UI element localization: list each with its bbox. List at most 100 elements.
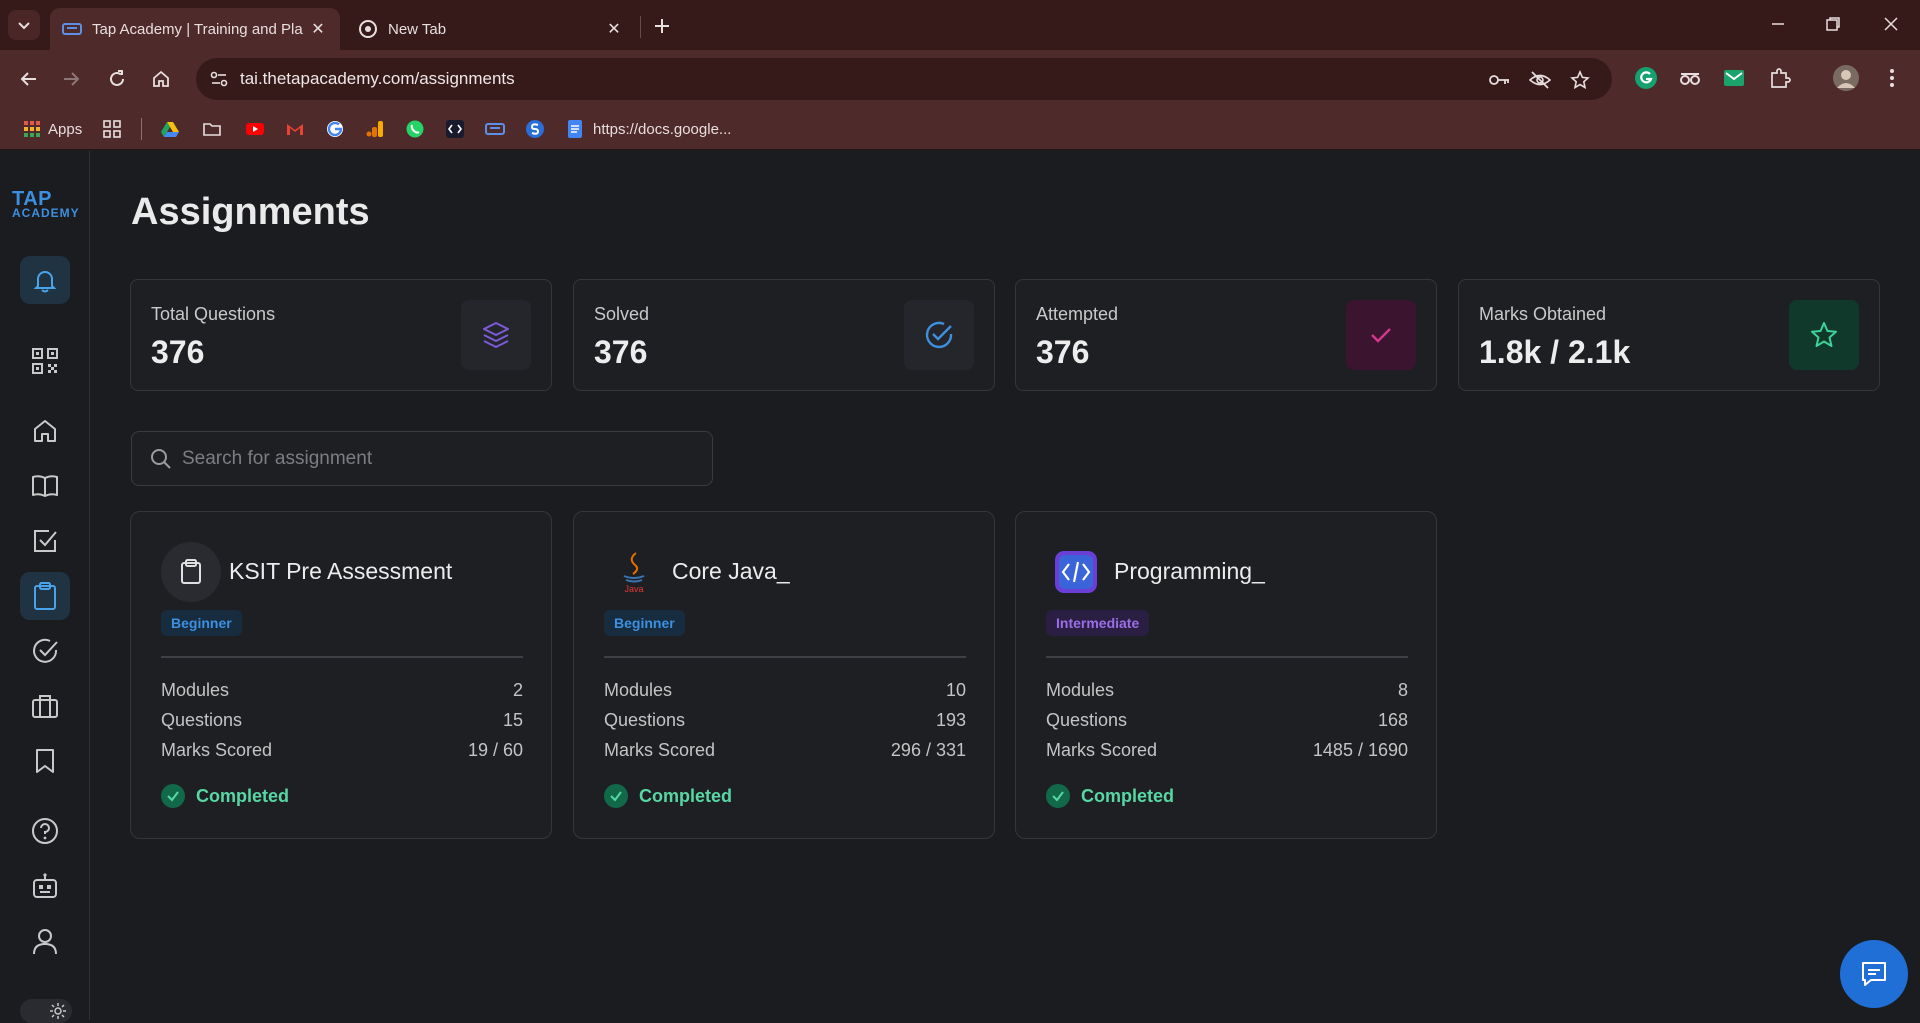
analytics-icon: [366, 121, 383, 137]
modules-row: Modules 2: [161, 680, 523, 701]
back-button[interactable]: [14, 64, 44, 94]
modules-label: Modules: [604, 680, 673, 700]
questions-value: 193: [935, 710, 966, 730]
site-info-icon: [210, 71, 228, 87]
bookmark-drive[interactable]: [160, 118, 180, 140]
forward-button[interactable]: [56, 64, 86, 94]
bookmark-grid[interactable]: [102, 118, 122, 140]
sidebar-item-jobs[interactable]: [20, 682, 70, 730]
more-menu-icon[interactable]: [1878, 64, 1906, 92]
divider: [604, 656, 966, 658]
browser-tab-strip: Tap Academy | Training and Pla ✕ New Tab…: [0, 0, 1920, 50]
sidebar-item-help[interactable]: [20, 807, 70, 855]
tap-academy-logo[interactable]: TAP ACADEMY: [12, 189, 79, 219]
tab-title: Tap Academy | Training and Pla: [92, 20, 303, 38]
youtube-icon: [246, 123, 264, 135]
bookmark-tap-academy[interactable]: [485, 118, 505, 140]
assignment-icon-wrap: Java: [604, 542, 664, 602]
home-button[interactable]: [146, 64, 176, 94]
assignment-card-ksit[interactable]: KSIT Pre Assessment Beginner Modules 2 Qu…: [130, 511, 552, 839]
checkbox-icon: [34, 530, 57, 552]
sidebar-item-profile[interactable]: [20, 917, 70, 965]
marks-value: 19 / 60: [467, 740, 523, 760]
new-tab-button[interactable]: [648, 12, 676, 40]
close-icon[interactable]: ✕: [604, 19, 624, 39]
tab-title: New Tab: [388, 20, 447, 38]
status-badge: Completed: [161, 784, 289, 808]
password-key-icon[interactable]: [1488, 68, 1512, 92]
minimize-button[interactable]: [1755, 8, 1801, 40]
assignment-card-core-java[interactable]: Java Core Java_ Beginner Modules 10 Quest…: [573, 511, 995, 839]
url-text: tai.thetapacademy.com/assignments: [240, 69, 515, 88]
address-bar[interactable]: tai.thetapacademy.com/assignments: [196, 58, 1612, 100]
sidebar-item-completed[interactable]: [20, 627, 70, 675]
sidebar-item-tasks[interactable]: [20, 517, 70, 565]
bookmark-folder[interactable]: [202, 118, 222, 140]
modules-value: 10: [945, 680, 966, 700]
assignment-card-programming[interactable]: Programming_ Intermediate Modules 8 Quest…: [1015, 511, 1437, 839]
level-badge: Intermediate: [1046, 610, 1150, 636]
tab-tap-academy[interactable]: Tap Academy | Training and Pla ✕: [50, 8, 340, 50]
app-sidebar: TAP ACADEMY: [0, 151, 90, 1023]
chevron-down-icon: [18, 22, 30, 30]
restore-button[interactable]: [1810, 8, 1856, 40]
mail-extension-icon[interactable]: [1720, 64, 1748, 92]
bookmark-apps[interactable]: Apps: [22, 118, 82, 140]
search-icon: [151, 449, 171, 469]
assignment-search: [131, 431, 713, 486]
robot-icon: [33, 873, 57, 898]
questions-value: 168: [1377, 710, 1408, 730]
marks-row: Marks Scored 19 / 60: [161, 740, 523, 761]
close-window-button[interactable]: [1868, 8, 1914, 40]
stat-badge: [461, 300, 531, 370]
sidebar-item-courses[interactable]: [20, 462, 70, 510]
check-circle-icon: [33, 638, 58, 663]
sidebar-item-assignments[interactable]: [20, 572, 70, 620]
clipboard-icon: [181, 559, 201, 584]
tab-new-tab[interactable]: New Tab ✕: [346, 8, 636, 50]
puzzle-extensions-icon[interactable]: [1766, 64, 1794, 92]
plus-icon: [655, 19, 669, 33]
close-icon[interactable]: ✕: [308, 19, 328, 39]
bookmark-star-icon[interactable]: [1568, 68, 1592, 92]
apps-grid-icon: [24, 121, 40, 137]
questions-row: Questions 193: [604, 710, 966, 731]
clipboard-icon: [34, 582, 56, 610]
sidebar-item-notifications[interactable]: [20, 256, 70, 304]
theme-toggle[interactable]: [20, 999, 72, 1023]
bookmark-youtube[interactable]: [245, 118, 265, 140]
sidebar-item-qr[interactable]: [20, 337, 70, 385]
bookmark-s-app[interactable]: [525, 118, 545, 140]
eye-off-icon[interactable]: [1528, 68, 1552, 92]
stat-value: 1.8k / 2.1k: [1479, 334, 1631, 370]
bookmark-code[interactable]: [445, 118, 465, 140]
sidebar-item-saved[interactable]: [20, 737, 70, 785]
stat-badge: [1789, 300, 1859, 370]
whatsapp-icon: [406, 120, 424, 138]
google-docs-icon: [568, 120, 582, 138]
spy-extension-icon[interactable]: [1676, 64, 1704, 92]
bookmark-whatsapp[interactable]: [405, 118, 425, 140]
check-icon: [1046, 784, 1070, 808]
chat-icon: [1862, 962, 1886, 986]
user-icon: [33, 929, 57, 955]
qr-code-icon: [32, 348, 58, 374]
bookmark-analytics[interactable]: [365, 118, 385, 140]
sidebar-item-home[interactable]: [20, 407, 70, 455]
close-icon: [1884, 17, 1898, 31]
minimize-icon: [1772, 23, 1784, 25]
grammarly-extension-icon[interactable]: [1632, 64, 1660, 92]
stat-card-total-questions: Total Questions 376: [130, 279, 552, 391]
chat-support-button[interactable]: [1840, 940, 1908, 1008]
reload-button[interactable]: [102, 64, 132, 94]
tab-search-button[interactable]: [8, 10, 40, 40]
book-icon: [32, 475, 58, 497]
sidebar-item-bot[interactable]: [20, 862, 70, 910]
bookmark-gmail[interactable]: [285, 118, 305, 140]
profile-avatar[interactable]: [1832, 64, 1860, 92]
bookmark-google[interactable]: [325, 118, 345, 140]
tap-academy-favicon-icon: [62, 23, 82, 35]
search-input[interactable]: [182, 442, 692, 476]
assignment-title: Programming_: [1114, 558, 1265, 584]
bookmark-google-docs[interactable]: https://docs.google...: [565, 118, 731, 140]
